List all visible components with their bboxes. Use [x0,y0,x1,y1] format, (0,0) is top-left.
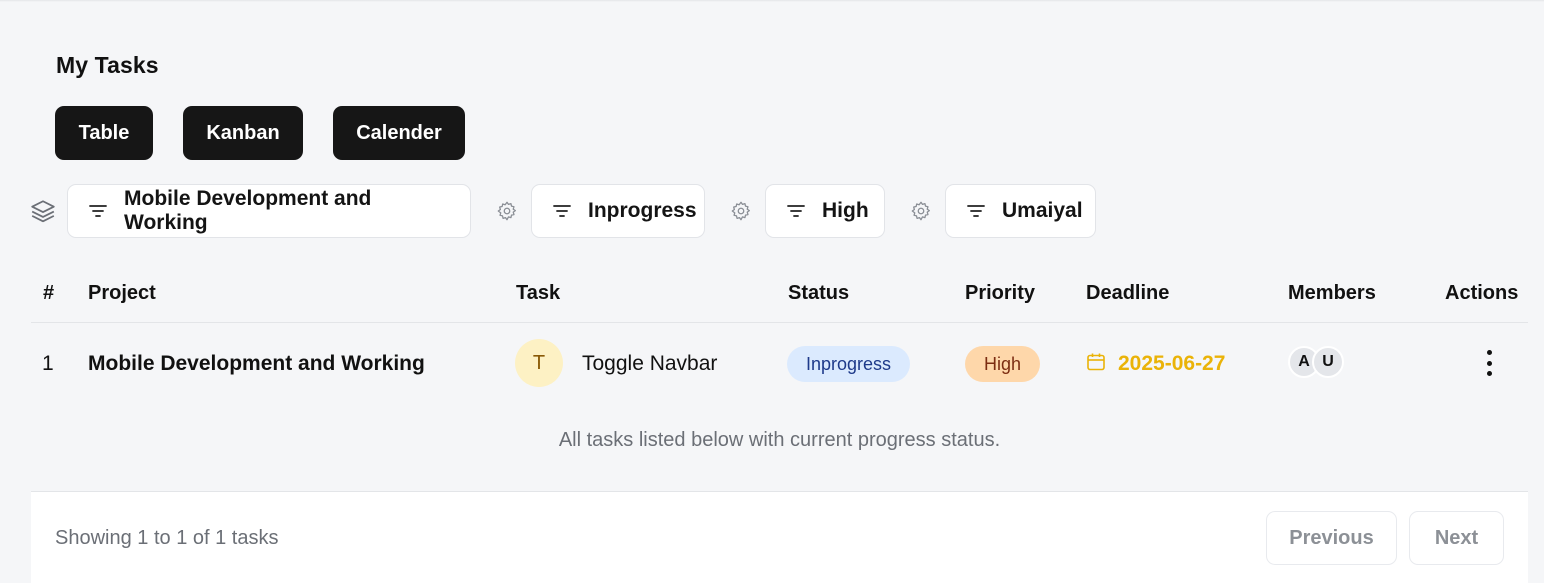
more-actions-icon[interactable] [1478,350,1500,376]
settings-icon[interactable] [730,200,752,222]
calendar-icon [1087,353,1105,371]
page-title: My Tasks [56,52,159,78]
filter-priority[interactable]: High [765,184,885,238]
view-table-button[interactable]: Table [55,106,153,160]
filter-priority-label: High [822,199,869,222]
view-calender-button[interactable]: Calender [333,106,465,160]
filter-member[interactable]: Umaiyal [945,184,1096,238]
column-header-members: Members [1288,282,1376,304]
column-header-status: Status [788,282,850,304]
filter-status[interactable]: Inprogress [531,184,705,238]
filter-icon [553,205,571,217]
view-kanban-button[interactable]: Kanban [183,106,303,160]
layers-icon [31,200,55,223]
task-avatar: T [515,339,563,387]
previous-button[interactable]: Previous [1266,511,1397,565]
next-button[interactable]: Next [1409,511,1504,565]
table-caption: All tasks listed below with current prog… [558,429,1001,451]
row-task[interactable]: Toggle Navbar [582,352,717,376]
filter-icon [89,205,107,217]
pagination-summary: Showing 1 to 1 of 1 tasks [55,527,279,549]
column-header-task: Task [516,282,561,304]
column-header-deadline: Deadline [1086,282,1170,304]
row-deadline: 2025-06-27 [1118,352,1226,375]
column-header-actions: Actions [1445,282,1519,304]
filter-icon [787,205,805,217]
top-shadow [0,0,1544,2]
settings-icon[interactable] [910,200,932,222]
avatar: U [1312,346,1344,378]
header-divider [31,322,1528,323]
priority-badge: High [965,346,1040,382]
column-header-project: Project [88,282,156,304]
status-badge: Inprogress [787,346,910,382]
filter-project-label: Mobile Development and Working [124,187,372,234]
row-project[interactable]: Mobile Development and Working [88,352,425,376]
column-header-index: # [43,282,55,304]
table-footer: Showing 1 to 1 of 1 tasks Previous Next [31,491,1528,583]
filter-status-label: Inprogress [588,199,697,222]
filter-member-label: Umaiyal [1002,199,1083,222]
column-header-priority: Priority [965,282,1036,304]
filter-icon [967,205,985,217]
settings-icon[interactable] [496,200,518,222]
row-index: 1 [42,352,54,375]
filter-project[interactable]: Mobile Development and Working [67,184,471,238]
